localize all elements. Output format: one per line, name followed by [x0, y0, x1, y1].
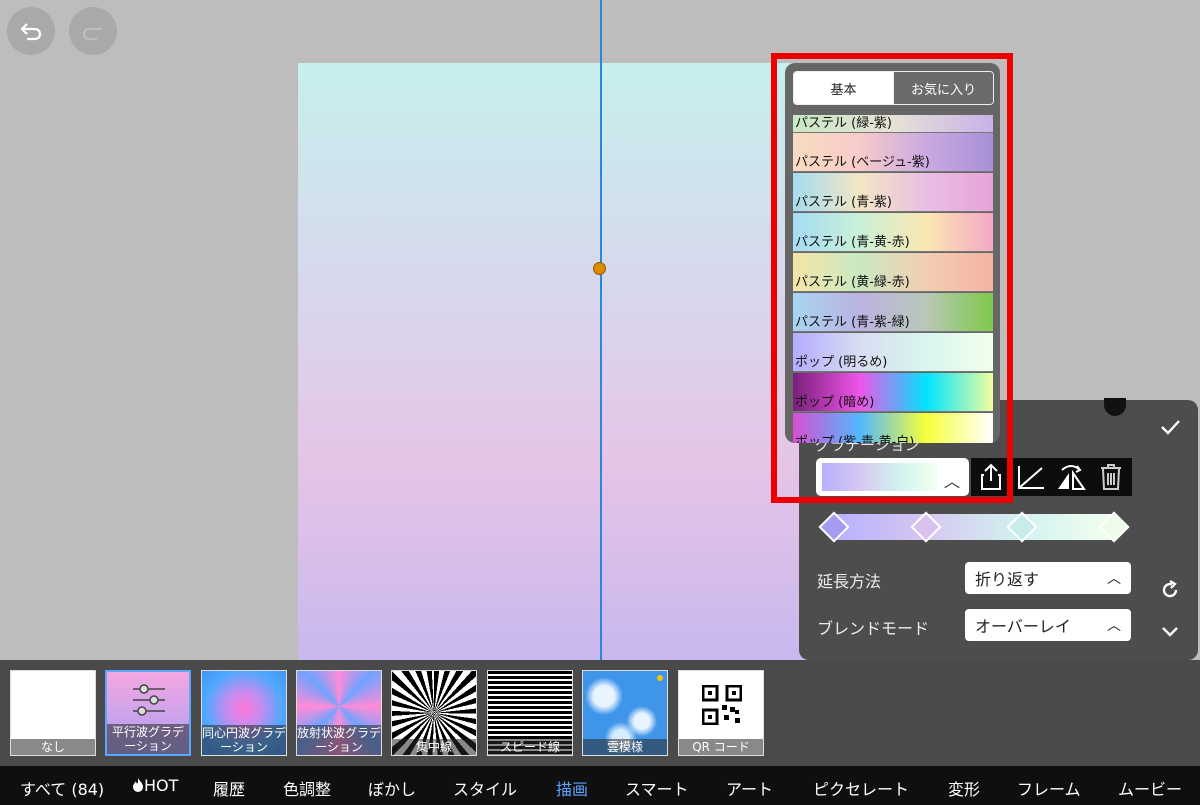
chevron-down-icon: [1162, 627, 1178, 637]
thumb-speed-lines[interactable]: スピード線: [487, 670, 573, 756]
fire-icon: [133, 778, 143, 792]
thumb-caption: なし: [11, 739, 95, 755]
extension-method-label: 延長方法: [817, 572, 882, 591]
thumb-caption: スピード線: [488, 739, 572, 755]
menu-color-adjust[interactable]: 色調整: [283, 776, 331, 800]
extension-method-select[interactable]: 折り返す ︿: [965, 562, 1131, 594]
menu-draw[interactable]: 描画: [556, 776, 588, 800]
chevron-up-icon: ︿: [1107, 618, 1121, 634]
gradient-stop-bar[interactable]: [832, 514, 1114, 540]
thumb-focus-lines[interactable]: 集中線: [391, 670, 477, 756]
menu-transform[interactable]: 変形: [948, 776, 980, 800]
redo-button[interactable]: [69, 7, 117, 55]
thumb-caption: 集中線: [392, 739, 476, 755]
menu-history[interactable]: 履歴: [213, 776, 245, 800]
thumb-none[interactable]: なし: [10, 670, 96, 756]
extension-method-value: 折り返す: [975, 570, 1040, 589]
sliders-icon: [133, 684, 165, 716]
trash-icon: [1101, 464, 1121, 490]
blend-mode-select[interactable]: オーバーレイ ︿: [965, 609, 1131, 641]
thumb-radial-wave-gradient[interactable]: 放射状波グラデーション: [296, 670, 382, 756]
undo-button[interactable]: [7, 7, 55, 55]
menu-hot-label: HOT: [144, 776, 179, 795]
menu-pixelate[interactable]: ピクセレート: [813, 776, 909, 800]
annotation-highlight-box: [771, 53, 1013, 503]
menu-blur[interactable]: ぼかし: [368, 776, 416, 800]
menu-art[interactable]: アート: [726, 776, 773, 800]
gradient-center-handle[interactable]: [593, 262, 606, 275]
thumb-caption: 放射状波グラデーション: [297, 725, 382, 755]
thumb-cloud-pattern[interactable]: 雲模様: [582, 670, 668, 756]
slope-button[interactable]: [1011, 458, 1051, 496]
flip-button[interactable]: [1051, 458, 1091, 496]
menu-hot[interactable]: HOT: [132, 776, 178, 795]
new-badge-dot: [657, 675, 663, 681]
flip-icon: [1058, 465, 1086, 490]
menu-movie[interactable]: ムービー: [1118, 776, 1182, 800]
thumb-caption: 平行波グラデーション: [107, 724, 189, 754]
apply-button[interactable]: [1155, 416, 1185, 443]
blend-mode-value: オーバーレイ: [975, 617, 1071, 636]
checkmark-icon: [1161, 420, 1180, 435]
chevron-up-icon: ︿: [1107, 571, 1121, 587]
thumb-caption: QR コード: [679, 739, 763, 755]
blend-mode-label: ブレンドモード: [817, 619, 930, 638]
menu-style[interactable]: スタイル: [453, 776, 517, 800]
thumb-caption: 同心円波グラデーション: [202, 725, 287, 755]
thumb-concentric-wave-gradient[interactable]: 同心円波グラデーション: [201, 670, 287, 756]
thumb-parallel-wave-gradient[interactable]: 平行波グラデーション: [105, 670, 191, 756]
menu-smart[interactable]: スマート: [625, 776, 689, 800]
reset-button[interactable]: [1155, 579, 1185, 606]
menu-frame[interactable]: フレーム: [1017, 776, 1081, 800]
collapse-button[interactable]: [1155, 620, 1185, 647]
undo-arrow-icon: [20, 23, 42, 41]
menu-all[interactable]: すべて (84): [20, 776, 104, 800]
thumb-qr-code[interactable]: QR コード: [678, 670, 764, 756]
thumb-caption: 雲模様: [583, 739, 667, 755]
slope-angle-icon: [1018, 466, 1044, 489]
delete-button[interactable]: [1091, 458, 1131, 496]
reset-icon: [1162, 580, 1178, 598]
gradient-direction-guide[interactable]: [600, 0, 602, 686]
qr-code-icon: [702, 685, 742, 725]
redo-icon: [82, 27, 102, 41]
